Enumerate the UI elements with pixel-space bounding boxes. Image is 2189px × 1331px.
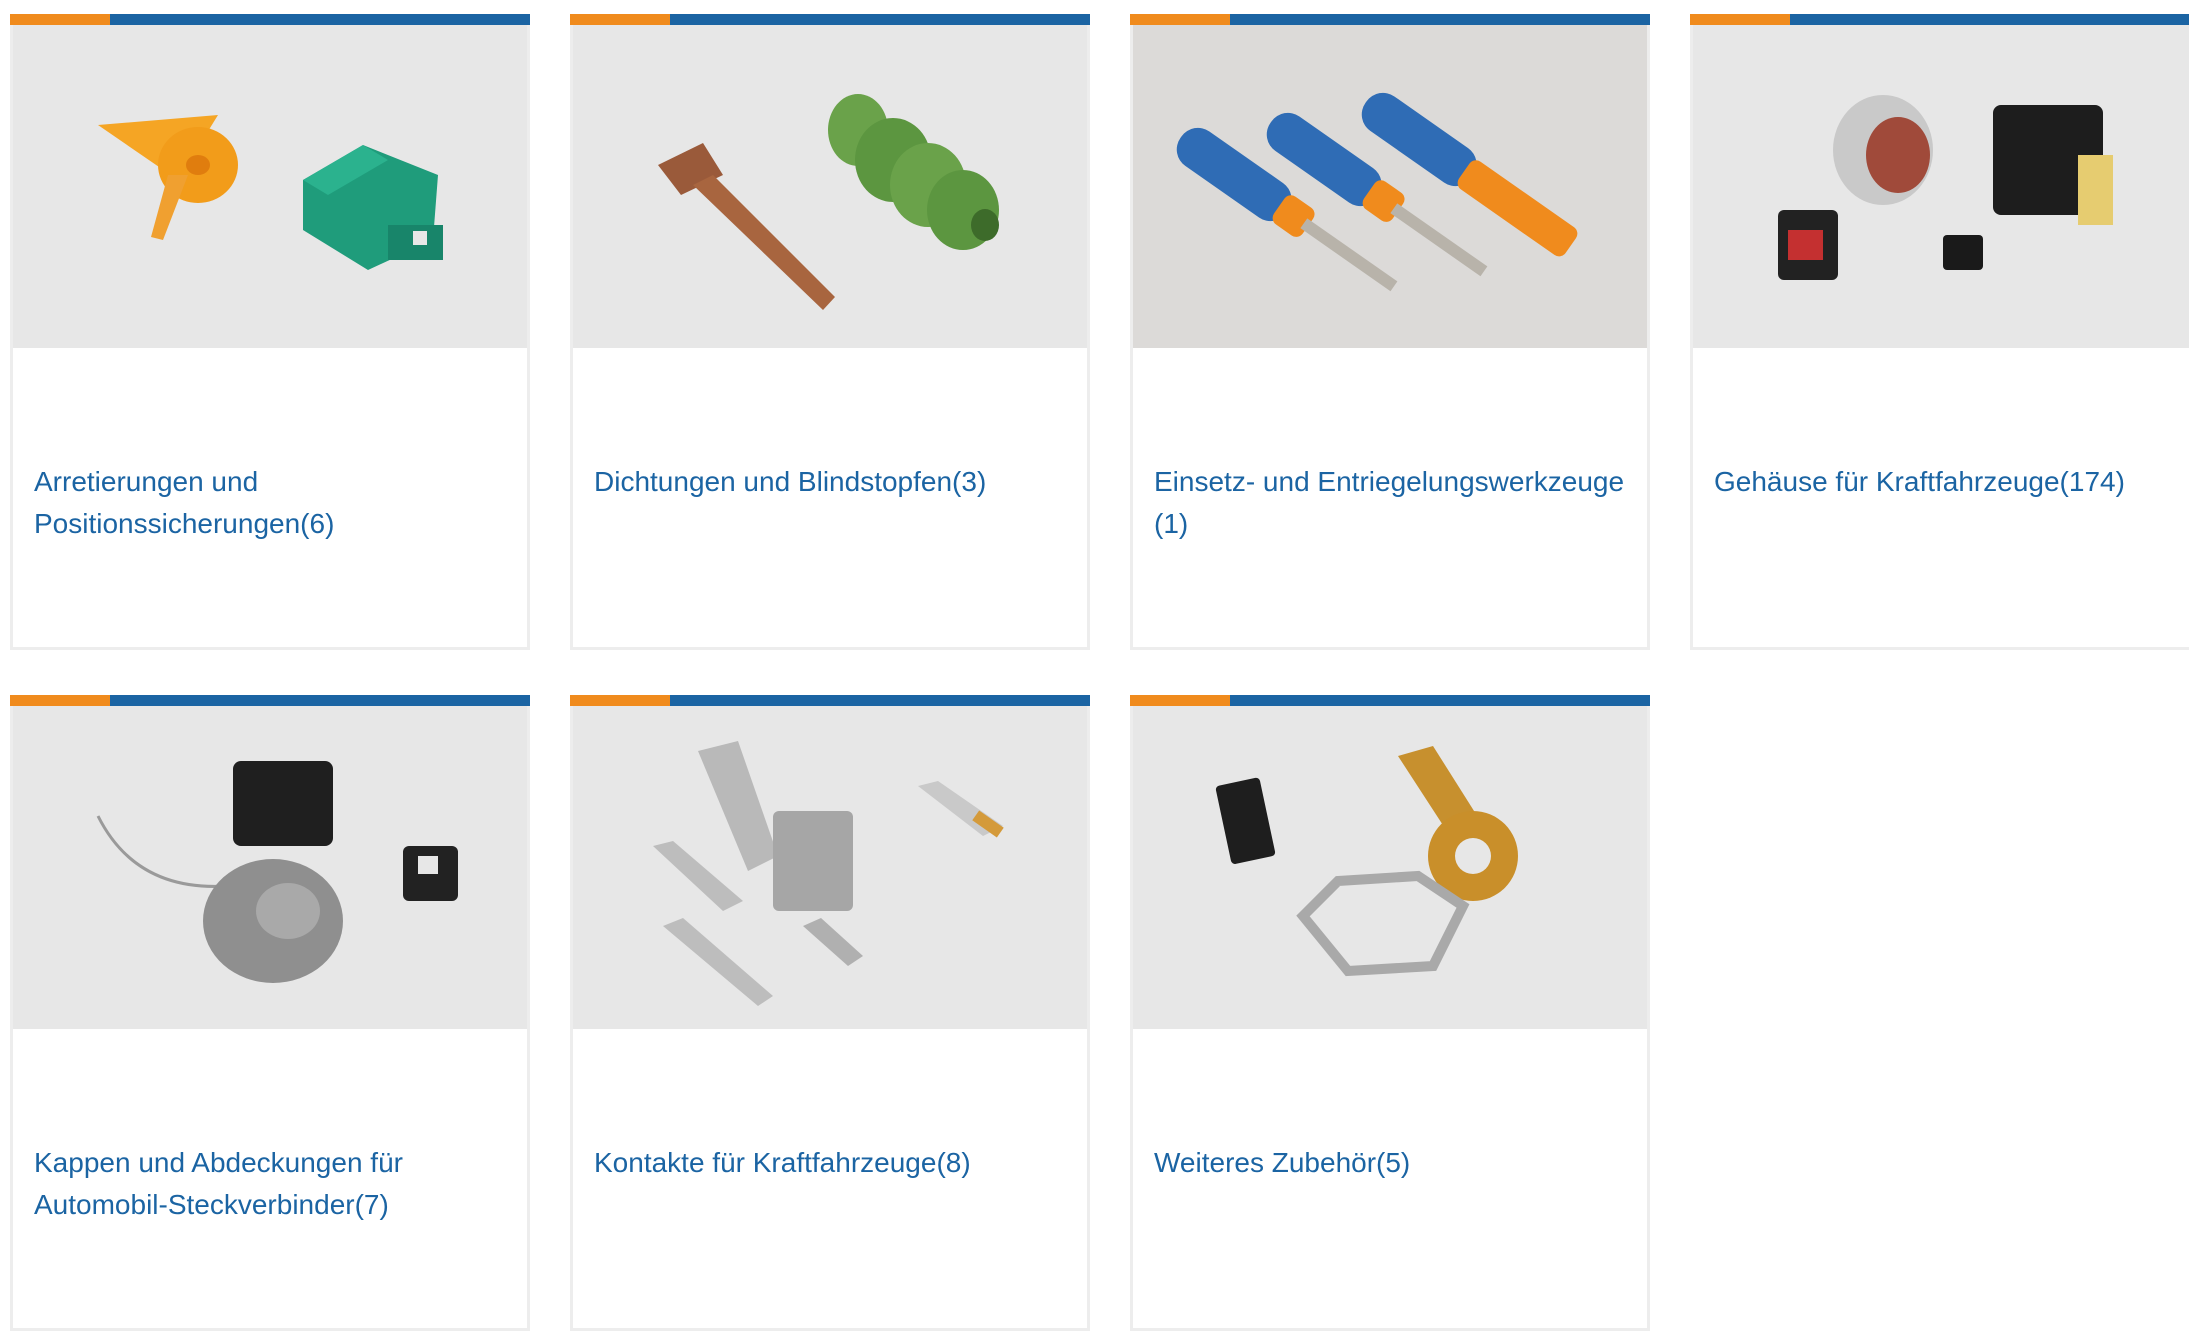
removal-tools-image[interactable]: [1133, 25, 1647, 348]
category-card[interactable]: Kappen und Abdeckungen für Automobil-Ste…: [10, 695, 530, 1331]
category-card[interactable]: Gehäuse für Kraftfahrzeuge(174): [1690, 14, 2189, 650]
card-accent-bar: [1130, 695, 1650, 706]
category-link[interactable]: Weiteres Zubehör(5): [1154, 1142, 1626, 1184]
category-name[interactable]: Weiteres Zubehör: [1154, 1147, 1376, 1178]
category-link[interactable]: Kappen und Abdeckungen für Automobil-Ste…: [34, 1142, 506, 1226]
card-accent-bar: [10, 695, 530, 706]
category-card[interactable]: Kontakte für Kraftfahrzeuge(8): [570, 695, 1090, 1331]
caps-covers-image[interactable]: [13, 706, 527, 1029]
category-name[interactable]: Arretierungen und Positionssicherungen: [34, 466, 300, 539]
category-name[interactable]: Kappen und Abdeckungen für Automobil-Ste…: [34, 1147, 403, 1220]
wedgelock-tpa-image[interactable]: [13, 25, 527, 348]
category-name[interactable]: Gehäuse für Kraftfahrzeuge: [1714, 466, 2060, 497]
card-accent-bar: [1690, 14, 2189, 25]
category-name[interactable]: Kontakte für Kraftfahrzeuge: [594, 1147, 936, 1178]
category-count[interactable]: (1): [1154, 508, 1188, 539]
category-link[interactable]: Gehäuse für Kraftfahrzeuge(174): [1714, 461, 2186, 503]
category-name[interactable]: Dichtungen und Blindstopfen: [594, 466, 952, 497]
category-count[interactable]: (6): [300, 508, 334, 539]
connector-housings-image[interactable]: [1693, 25, 2189, 348]
terminals-contacts-image[interactable]: [573, 706, 1087, 1029]
seal-plug-image[interactable]: [573, 25, 1087, 348]
card-accent-bar: [10, 14, 530, 25]
category-card[interactable]: Arretierungen und Positionssicherungen(6…: [10, 14, 530, 650]
category-link[interactable]: Einsetz- und Entriegelungswerkzeuge (1): [1154, 461, 1626, 545]
category-link[interactable]: Dichtungen und Blindstopfen(3): [594, 461, 1066, 503]
category-count[interactable]: (7): [355, 1189, 389, 1220]
accessories-image[interactable]: [1133, 706, 1647, 1029]
category-grid: Arretierungen und Positionssicherungen(6…: [10, 14, 2189, 1331]
category-card[interactable]: Dichtungen und Blindstopfen(3): [570, 14, 1090, 650]
category-card[interactable]: Weiteres Zubehör(5): [1130, 695, 1650, 1331]
category-count[interactable]: (3): [952, 466, 986, 497]
category-link[interactable]: Kontakte für Kraftfahrzeuge(8): [594, 1142, 1066, 1184]
category-count[interactable]: (5): [1376, 1147, 1410, 1178]
card-accent-bar: [570, 14, 1090, 25]
category-count[interactable]: (174): [2060, 466, 2125, 497]
card-accent-bar: [570, 695, 1090, 706]
category-name[interactable]: Einsetz- und Entriegelungswerkzeuge: [1154, 466, 1624, 497]
card-accent-bar: [1130, 14, 1650, 25]
category-card[interactable]: Einsetz- und Entriegelungswerkzeuge (1): [1130, 14, 1650, 650]
category-count[interactable]: (8): [936, 1147, 970, 1178]
category-link[interactable]: Arretierungen und Positionssicherungen(6…: [34, 461, 506, 545]
